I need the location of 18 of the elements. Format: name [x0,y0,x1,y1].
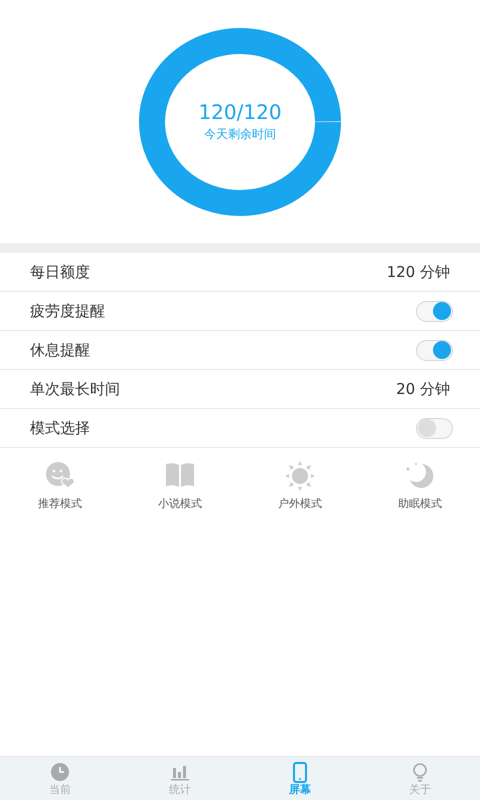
remaining-caption: 今天剩余时间 [204,126,276,143]
mode-label[interactable]: 小说模式 [158,496,202,512]
toggle-switch[interactable] [416,340,453,360]
setting-label: 每日额度 [30,262,90,283]
setting-value: 120 分钟 [386,262,450,283]
mode-label[interactable]: 助眠模式 [398,496,442,512]
setting-value: 20 分钟 [396,378,450,400]
setting-label: 单次最长时间 [30,378,120,400]
remaining-count: 120/120 [198,100,282,125]
clock-icon [49,760,71,783]
sun-icon[interactable] [284,460,316,492]
mode-label[interactable]: 推荐模式 [38,496,82,512]
setting-label: 疲劳度提醒 [30,300,105,322]
mode-label[interactable]: 户外模式 [278,496,322,512]
toggle-switch[interactable] [416,300,453,322]
setting-label: 休息提醒 [30,340,90,361]
toggle-switch[interactable] [416,418,453,438]
setting-label: 模式选择 [30,418,90,439]
